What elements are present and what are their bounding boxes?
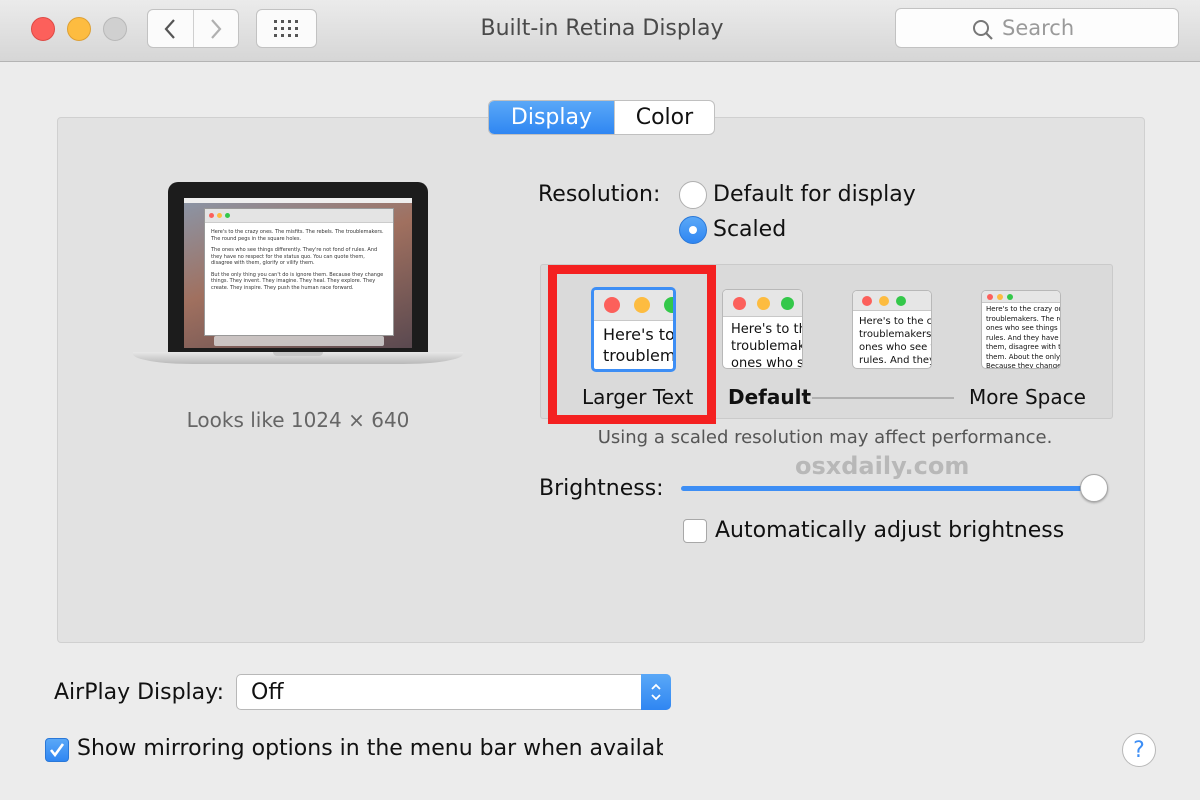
resolution-label: Resolution: <box>538 182 661 207</box>
preview-menu-bar <box>184 198 412 203</box>
preview-dock <box>214 336 384 346</box>
show-all-button[interactable] <box>256 9 317 48</box>
preview-paragraph: But the only thing you can't do is ignor… <box>211 271 384 291</box>
up-down-chevron-icon <box>651 683 661 701</box>
airplay-label: AirPlay Display: <box>54 680 224 705</box>
more-space-label: More Space <box>969 385 1086 409</box>
tab-display[interactable]: Display <box>489 101 614 134</box>
laptop-lid: Here's to the crazy ones. The misfits. T… <box>168 182 428 352</box>
radio-default-for-display[interactable] <box>679 181 707 209</box>
back-button[interactable] <box>148 10 193 47</box>
preview-document-window: Here's to the crazy ones. The misfits. T… <box>204 208 394 336</box>
back-forward-control <box>147 9 239 48</box>
laptop-base <box>133 352 463 364</box>
zoom-button[interactable] <box>103 17 127 41</box>
scale-option-medium[interactable]: Here's to the cr troublemakers. ones who… <box>852 290 932 369</box>
scale-preview-text: Here's to the cr troublemakers. ones who… <box>859 316 931 366</box>
laptop-preview: Here's to the crazy ones. The misfits. T… <box>133 182 463 382</box>
window-title: Built-in Retina Display <box>480 16 724 41</box>
scale-preview-text: Here's to the crazy one troublemakers. T… <box>986 305 1060 369</box>
minimize-button[interactable] <box>67 17 91 41</box>
airplay-value: Off <box>251 680 284 705</box>
auto-brightness-checkbox[interactable] <box>683 519 707 543</box>
chevron-left-icon <box>165 18 176 39</box>
chevron-right-icon <box>211 18 222 39</box>
highlight-box <box>548 265 716 424</box>
brightness-slider-knob[interactable] <box>1080 474 1108 502</box>
title-bar: Built-in Retina Display <box>0 0 1200 62</box>
brightness-slider-track[interactable] <box>681 486 1095 491</box>
preview-paragraph: Here's to the crazy ones. The misfits. T… <box>211 229 384 242</box>
laptop-screen: Here's to the crazy ones. The misfits. T… <box>184 198 412 348</box>
checkmark-icon <box>49 743 65 758</box>
airplay-select[interactable]: Off <box>236 674 671 710</box>
scale-track-line <box>812 397 954 399</box>
default-label: Default <box>728 385 812 409</box>
scale-option-more-space[interactable]: Here's to the crazy one troublemakers. T… <box>981 290 1061 369</box>
mirroring-label[interactable]: Show mirroring options in the menu bar w… <box>77 736 663 761</box>
grid-icon <box>273 19 298 37</box>
preview-window-bar <box>205 209 393 223</box>
default-for-display-label[interactable]: Default for display <box>713 182 916 207</box>
scale-preview-text: Here's to th troublemak ones who s <box>731 322 802 369</box>
preview-paragraph: The ones who see things differently. The… <box>211 247 378 266</box>
brightness-label: Brightness: <box>539 476 664 501</box>
search-field[interactable] <box>895 8 1179 48</box>
mirroring-checkbox[interactable] <box>45 738 69 762</box>
help-button[interactable]: ? <box>1122 733 1156 767</box>
watermark: osxdaily.com <box>795 452 970 480</box>
performance-note: Using a scaled resolution may affect per… <box>597 427 1053 448</box>
tab-color[interactable]: Color <box>613 101 714 134</box>
looks-like-label: Looks like 1024 × 640 <box>186 408 410 432</box>
search-input[interactable] <box>1002 15 1172 41</box>
scaled-label[interactable]: Scaled <box>713 217 786 242</box>
search-icon <box>973 20 993 40</box>
display-color-tabs: Display Color <box>488 100 715 135</box>
forward-button[interactable] <box>192 10 238 47</box>
radio-scaled[interactable] <box>679 216 707 244</box>
auto-brightness-label[interactable]: Automatically adjust brightness <box>715 518 1064 543</box>
select-arrows[interactable] <box>641 674 671 710</box>
preview-document-text: Here's to the crazy ones. The misfits. T… <box>205 223 393 302</box>
close-button[interactable] <box>31 17 55 41</box>
scale-option-default[interactable]: Here's to th troublemak ones who s <box>722 289 803 369</box>
